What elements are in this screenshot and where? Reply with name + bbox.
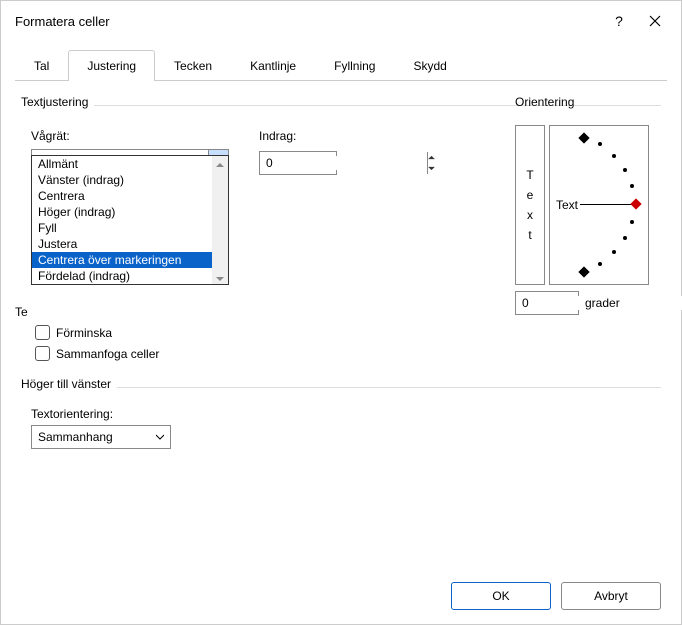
merge-label: Sammanfoga celler	[56, 347, 159, 361]
titlebar: Formatera celler ?	[1, 1, 681, 41]
shrink-checkbox[interactable]	[35, 325, 50, 340]
dropdown-scrollbar[interactable]	[212, 156, 228, 284]
cancel-button[interactable]: Avbryt	[561, 582, 661, 610]
shrink-label: Förminska	[56, 326, 112, 340]
dial-dot	[598, 142, 602, 146]
dial-dot	[598, 262, 602, 266]
tab-kantlinje[interactable]: Kantlinje	[231, 50, 315, 81]
help-button[interactable]: ?	[601, 6, 637, 36]
tab-justering[interactable]: Justering	[68, 50, 155, 81]
degrees-spinner[interactable]	[515, 291, 579, 315]
dial-dot	[612, 250, 616, 254]
spin-up-icon[interactable]	[428, 152, 435, 163]
degrees-label: grader	[585, 296, 620, 310]
option-fordelad[interactable]: Fördelad (indrag)	[32, 268, 228, 284]
dial-diamond	[578, 132, 589, 143]
dial-dot	[630, 220, 634, 224]
chevron-down-icon[interactable]	[150, 426, 170, 448]
option-fyll[interactable]: Fyll	[32, 220, 228, 236]
tab-tecken[interactable]: Tecken	[155, 50, 231, 81]
tab-skydd[interactable]: Skydd	[394, 50, 465, 81]
option-centrera-over[interactable]: Centrera över markeringen	[32, 252, 228, 268]
merge-checkbox[interactable]	[35, 346, 50, 361]
window-title: Formatera celler	[15, 14, 601, 29]
dial-diamond	[578, 266, 589, 277]
option-hoger[interactable]: Höger (indrag)	[32, 204, 228, 220]
tab-tal[interactable]: Tal	[15, 50, 68, 81]
text-align-group-label: Textjustering	[21, 95, 88, 109]
dial-dot	[623, 236, 627, 240]
rtl-group-label: Höger till vänster	[21, 377, 111, 391]
dial-dot	[612, 154, 616, 158]
text-direction-combo[interactable]: Sammanhang	[31, 425, 171, 449]
indent-label: Indrag:	[259, 129, 337, 143]
option-allmant[interactable]: Allmänt	[32, 156, 228, 172]
option-vanster[interactable]: Vänster (indrag)	[32, 172, 228, 188]
text-direction-value: Sammanhang	[32, 430, 150, 444]
spin-down-icon[interactable]	[428, 163, 435, 174]
dial-dot	[630, 184, 634, 188]
horizontal-dropdown[interactable]: Allmänt Vänster (indrag) Centrera Höger …	[31, 155, 229, 285]
dial-dot	[623, 168, 627, 172]
tabs: Tal Justering Tecken Kantlinje Fyllning …	[15, 49, 667, 81]
option-justera[interactable]: Justera	[32, 236, 228, 252]
orientation-dial[interactable]: Text	[549, 125, 649, 285]
option-centrera[interactable]: Centrera	[32, 188, 228, 204]
text-direction-label: Textorientering:	[31, 407, 661, 421]
indent-spinner[interactable]	[259, 151, 337, 175]
ok-button[interactable]: OK	[451, 582, 551, 610]
orientation-group-label: Orientering	[515, 95, 574, 109]
horizontal-label: Vågrät:	[31, 129, 229, 143]
close-button[interactable]	[637, 6, 673, 36]
indent-input[interactable]	[260, 156, 427, 170]
orientation-indicator-line	[580, 204, 632, 205]
tab-fyllning[interactable]: Fyllning	[315, 50, 394, 81]
orientation-vertical[interactable]: Text	[515, 125, 545, 285]
dial-red-diamond	[630, 198, 641, 209]
orientation-text-label: Text	[556, 198, 578, 212]
